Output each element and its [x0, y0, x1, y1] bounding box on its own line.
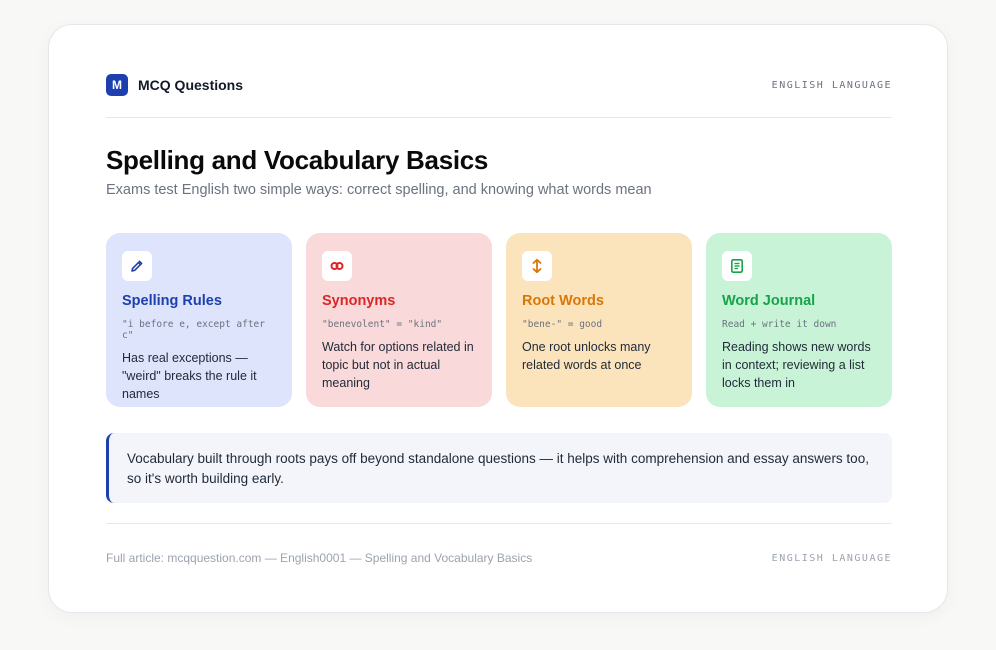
expand-arrows-icon	[522, 251, 552, 281]
tile-title: Word Journal	[722, 293, 816, 309]
tile-example: Read + write it down	[722, 319, 837, 330]
footer-category-label: ENGLISH LANGUAGE	[771, 552, 892, 564]
header-divider	[106, 117, 892, 118]
tile-word-journal: Word Journal Read + write it down Readin…	[706, 233, 892, 407]
tile-description: Has real exceptions — "weird" breaks the…	[122, 351, 257, 401]
tile-title: Spelling Rules	[122, 293, 222, 309]
tile-title: Root Words	[522, 293, 604, 309]
link-icon	[322, 251, 352, 281]
category-label: ENGLISH LANGUAGE	[771, 79, 892, 91]
brand-logo: M	[106, 74, 128, 96]
header: M MCQ Questions ENGLISH LANGUAGE	[106, 74, 892, 96]
tile-description: Reading shows new words in context; revi…	[722, 340, 871, 390]
tile-description: Watch for options related in topic but n…	[322, 340, 474, 390]
tile-description: One root unlocks many related words at o…	[522, 340, 651, 372]
footer-divider	[106, 523, 892, 524]
brand[interactable]: M MCQ Questions	[106, 74, 243, 96]
journal-icon	[722, 251, 752, 281]
tile-spelling-rules: Spelling Rules "i before e, except after…	[106, 233, 292, 407]
page-title: Spelling and Vocabulary Basics	[106, 145, 489, 175]
callout-note: Vocabulary built through roots pays off …	[106, 433, 892, 503]
tile-title: Synonyms	[322, 293, 396, 309]
brand-name: MCQ Questions	[138, 77, 244, 93]
tile-root-words: Root Words "bene-" = good One root unloc…	[506, 233, 692, 407]
tile-example: "benevolent" = "kind"	[322, 319, 443, 330]
tile-example: "i before e, except after c"	[122, 319, 265, 341]
pencil-icon	[122, 251, 152, 281]
footer: Full article: mcqquestion.com — English0…	[106, 551, 892, 565]
content-card: M MCQ Questions ENGLISH LANGUAGE Spellin…	[48, 24, 948, 613]
tile-synonyms: Synonyms "benevolent" = "kind" Watch for…	[306, 233, 492, 407]
page-subtitle: Exams test English two simple ways: corr…	[106, 182, 652, 198]
tile-example: "bene-" = good	[522, 319, 603, 330]
article-link[interactable]: Full article: mcqquestion.com — English0…	[106, 551, 532, 565]
topic-tiles: Spelling Rules "i before e, except after…	[106, 233, 892, 407]
